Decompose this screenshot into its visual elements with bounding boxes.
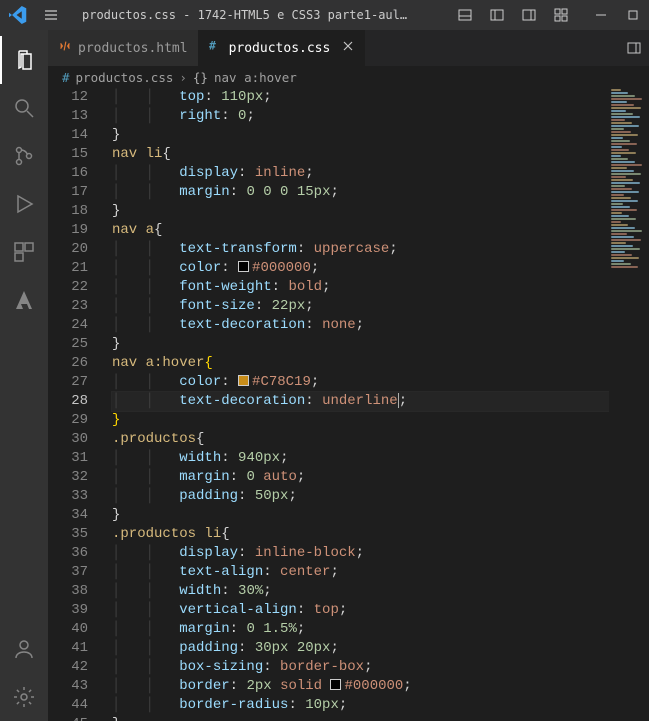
css-file-icon: # [62,70,70,85]
hamburger-menu-icon[interactable] [36,7,66,23]
toggle-sidebar-right-icon[interactable] [513,0,545,30]
window-maximize-button[interactable] [617,0,649,30]
tab-productos-css[interactable]: # productos.css [199,30,366,66]
activity-account[interactable] [0,625,48,673]
line-number-gutter: 1213141516171819202122232425262728293031… [48,88,96,721]
editor-group: productos.html # productos.css # product… [48,30,649,721]
window-title: productos.css - 1742-HTML5 e CSS3 parte1… [82,8,412,22]
chevron-right-icon: › [179,70,187,85]
css-file-icon: # [209,39,223,57]
minimap[interactable] [609,88,649,721]
window-minimize-button[interactable] [585,0,617,30]
code-area[interactable]: │ │ top: 110px;│ │ right: 0;}nav li{│ │ … [108,88,649,721]
customize-layout-icon[interactable] [545,0,577,30]
activity-search[interactable] [0,84,48,132]
vscode-logo-icon [0,6,36,24]
editor-layout-controls [449,0,577,30]
activity-settings[interactable] [0,673,48,721]
activity-bar [0,30,48,721]
toggle-panel-icon[interactable] [449,0,481,30]
html-file-icon [58,39,72,57]
activity-source-control[interactable] [0,132,48,180]
editor-tab-bar: productos.html # productos.css [48,30,649,66]
symbol-icon: {} [193,70,208,85]
tab-label: productos.css [229,41,331,56]
editor[interactable]: 1213141516171819202122232425262728293031… [48,88,649,721]
tab-label: productos.html [78,41,188,56]
title-bar: productos.css - 1742-HTML5 e CSS3 parte1… [0,0,649,30]
color-swatch [238,261,249,272]
breadcrumb-file[interactable]: productos.css [76,70,174,85]
toggle-sidebar-left-icon[interactable] [481,0,513,30]
tab-productos-html[interactable]: productos.html [48,30,199,66]
editor-actions-icon[interactable] [619,30,649,66]
activity-run-debug[interactable] [0,180,48,228]
activity-extensions[interactable] [0,228,48,276]
activity-explorer[interactable] [0,36,48,84]
color-swatch [238,375,249,386]
breadcrumb[interactable]: # productos.css › {} nav a:hover [48,66,649,88]
activity-azure[interactable] [0,276,48,324]
color-swatch [330,679,341,690]
fold-gutter [96,88,108,721]
close-icon[interactable] [342,40,354,56]
breadcrumb-symbol[interactable]: nav a:hover [214,70,297,85]
svg-text:#: # [209,39,216,53]
